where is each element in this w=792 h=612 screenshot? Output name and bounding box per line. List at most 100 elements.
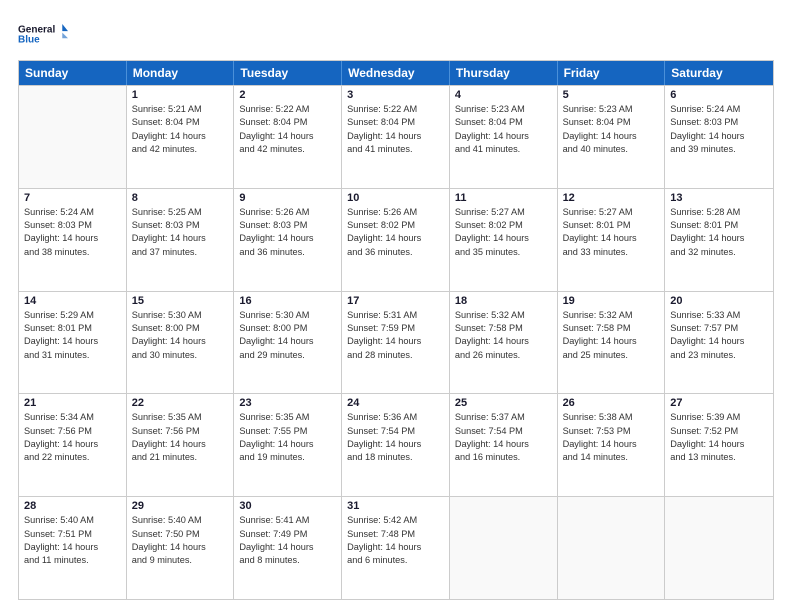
page: General Blue SundayMondayTuesdayWednesda… [0,0,792,612]
cal-cell: 28 Sunrise: 5:40 AMSunset: 7:51 PMDayligh… [19,497,127,599]
day-number: 5 [563,89,660,101]
day-number: 23 [239,397,336,409]
cal-cell [665,497,773,599]
cell-line: Sunrise: 5:38 AM [563,411,660,424]
cal-cell: 3Sunrise: 5:22 AMSunset: 8:04 PMDaylight… [342,86,450,188]
week-row-1: 1Sunrise: 5:21 AMSunset: 8:04 PMDaylight… [19,85,773,188]
cell-line: Sunrise: 5:29 AM [24,309,121,322]
cal-cell: 14Sunrise: 5:29 AMSunset: 8:01 PMDayligh… [19,292,127,394]
cell-line: and 36 minutes. [239,246,336,259]
header: General Blue [18,16,774,52]
svg-text:Blue: Blue [18,35,40,46]
day-number: 4 [455,89,552,101]
cell-line: Sunrise: 5:40 AM [24,514,121,527]
header-day-friday: Friday [558,61,666,85]
logo-svg: General Blue [18,16,68,52]
logo: General Blue [18,16,68,52]
cell-line: Daylight: 14 hours [24,541,121,554]
day-number: 22 [132,397,229,409]
cal-cell: 20Sunrise: 5:33 AMSunset: 7:57 PMDayligh… [665,292,773,394]
cell-line: Sunset: 8:04 PM [455,116,552,129]
cell-line: Sunrise: 5:41 AM [239,514,336,527]
cell-line: Sunset: 7:54 PM [455,425,552,438]
cell-line: Sunrise: 5:36 AM [347,411,444,424]
cell-line: and 21 minutes. [132,451,229,464]
cal-cell: 5Sunrise: 5:23 AMSunset: 8:04 PMDaylight… [558,86,666,188]
cell-line: and 38 minutes. [24,246,121,259]
cell-line: Sunrise: 5:32 AM [455,309,552,322]
day-number: 1 [132,89,229,101]
cell-line: and 42 minutes. [239,143,336,156]
cell-line: Daylight: 14 hours [563,232,660,245]
cell-line: and 29 minutes. [239,349,336,362]
cell-line: Sunset: 7:51 PM [24,528,121,541]
cell-line: Sunset: 8:00 PM [239,322,336,335]
day-number: 16 [239,295,336,307]
cell-line: Sunrise: 5:32 AM [563,309,660,322]
cell-line: Sunrise: 5:25 AM [132,206,229,219]
cell-line: and 11 minutes. [24,554,121,567]
cell-line: Sunrise: 5:26 AM [239,206,336,219]
cell-line: Daylight: 14 hours [347,335,444,348]
cell-line: Sunset: 8:03 PM [239,219,336,232]
cell-line: Sunrise: 5:31 AM [347,309,444,322]
cal-cell [19,86,127,188]
cell-line: and 30 minutes. [132,349,229,362]
cell-line: Sunset: 7:58 PM [455,322,552,335]
cell-line: Daylight: 14 hours [239,438,336,451]
cell-line: and 22 minutes. [24,451,121,464]
cell-line: Sunset: 8:04 PM [347,116,444,129]
cell-line: and 33 minutes. [563,246,660,259]
cell-line: Sunrise: 5:30 AM [132,309,229,322]
cell-line: Daylight: 14 hours [239,232,336,245]
cell-line: Sunset: 7:50 PM [132,528,229,541]
cell-line: Daylight: 14 hours [239,541,336,554]
cell-line: Sunset: 7:53 PM [563,425,660,438]
day-number: 28 [24,500,121,512]
cell-line: and 8 minutes. [239,554,336,567]
cal-cell: 8Sunrise: 5:25 AMSunset: 8:03 PMDaylight… [127,189,235,291]
cell-line: Daylight: 14 hours [347,541,444,554]
cal-cell: 7Sunrise: 5:24 AMSunset: 8:03 PMDaylight… [19,189,127,291]
cell-line: Sunset: 8:03 PM [670,116,768,129]
cell-line: and 6 minutes. [347,554,444,567]
cell-line: Sunset: 7:49 PM [239,528,336,541]
cell-line: and 18 minutes. [347,451,444,464]
header-day-tuesday: Tuesday [234,61,342,85]
day-number: 31 [347,500,444,512]
day-number: 29 [132,500,229,512]
day-number: 7 [24,192,121,204]
calendar-header: SundayMondayTuesdayWednesdayThursdayFrid… [19,61,773,85]
calendar-body: 1Sunrise: 5:21 AMSunset: 8:04 PMDaylight… [19,85,773,599]
cell-line: Sunrise: 5:22 AM [347,103,444,116]
week-row-3: 14Sunrise: 5:29 AMSunset: 8:01 PMDayligh… [19,291,773,394]
day-number: 27 [670,397,768,409]
day-number: 26 [563,397,660,409]
cell-line: and 25 minutes. [563,349,660,362]
day-number: 13 [670,192,768,204]
cell-line: Daylight: 14 hours [455,232,552,245]
cell-line: Sunset: 7:52 PM [670,425,768,438]
cell-line: Sunrise: 5:37 AM [455,411,552,424]
header-day-monday: Monday [127,61,235,85]
cell-line: Sunset: 7:54 PM [347,425,444,438]
cell-line: Sunset: 8:04 PM [239,116,336,129]
cell-line: Daylight: 14 hours [132,130,229,143]
cell-line: Sunrise: 5:26 AM [347,206,444,219]
cell-line: Sunset: 8:04 PM [132,116,229,129]
cell-line: Sunrise: 5:30 AM [239,309,336,322]
cell-line: Sunrise: 5:24 AM [24,206,121,219]
cell-line: and 41 minutes. [455,143,552,156]
day-number: 20 [670,295,768,307]
header-day-thursday: Thursday [450,61,558,85]
day-number: 8 [132,192,229,204]
cal-cell: 31Sunrise: 5:42 AMSunset: 7:48 PMDayligh… [342,497,450,599]
day-number: 24 [347,397,444,409]
cell-line: Daylight: 14 hours [132,335,229,348]
cell-line: Sunset: 7:58 PM [563,322,660,335]
cell-line: Sunrise: 5:27 AM [563,206,660,219]
cal-cell: 29Sunrise: 5:40 AMSunset: 7:50 PMDayligh… [127,497,235,599]
cal-cell: 24Sunrise: 5:36 AMSunset: 7:54 PMDayligh… [342,394,450,496]
week-row-5: 28Sunrise: 5:40 AMSunset: 7:51 PMDayligh… [19,496,773,599]
header-day-saturday: Saturday [665,61,773,85]
